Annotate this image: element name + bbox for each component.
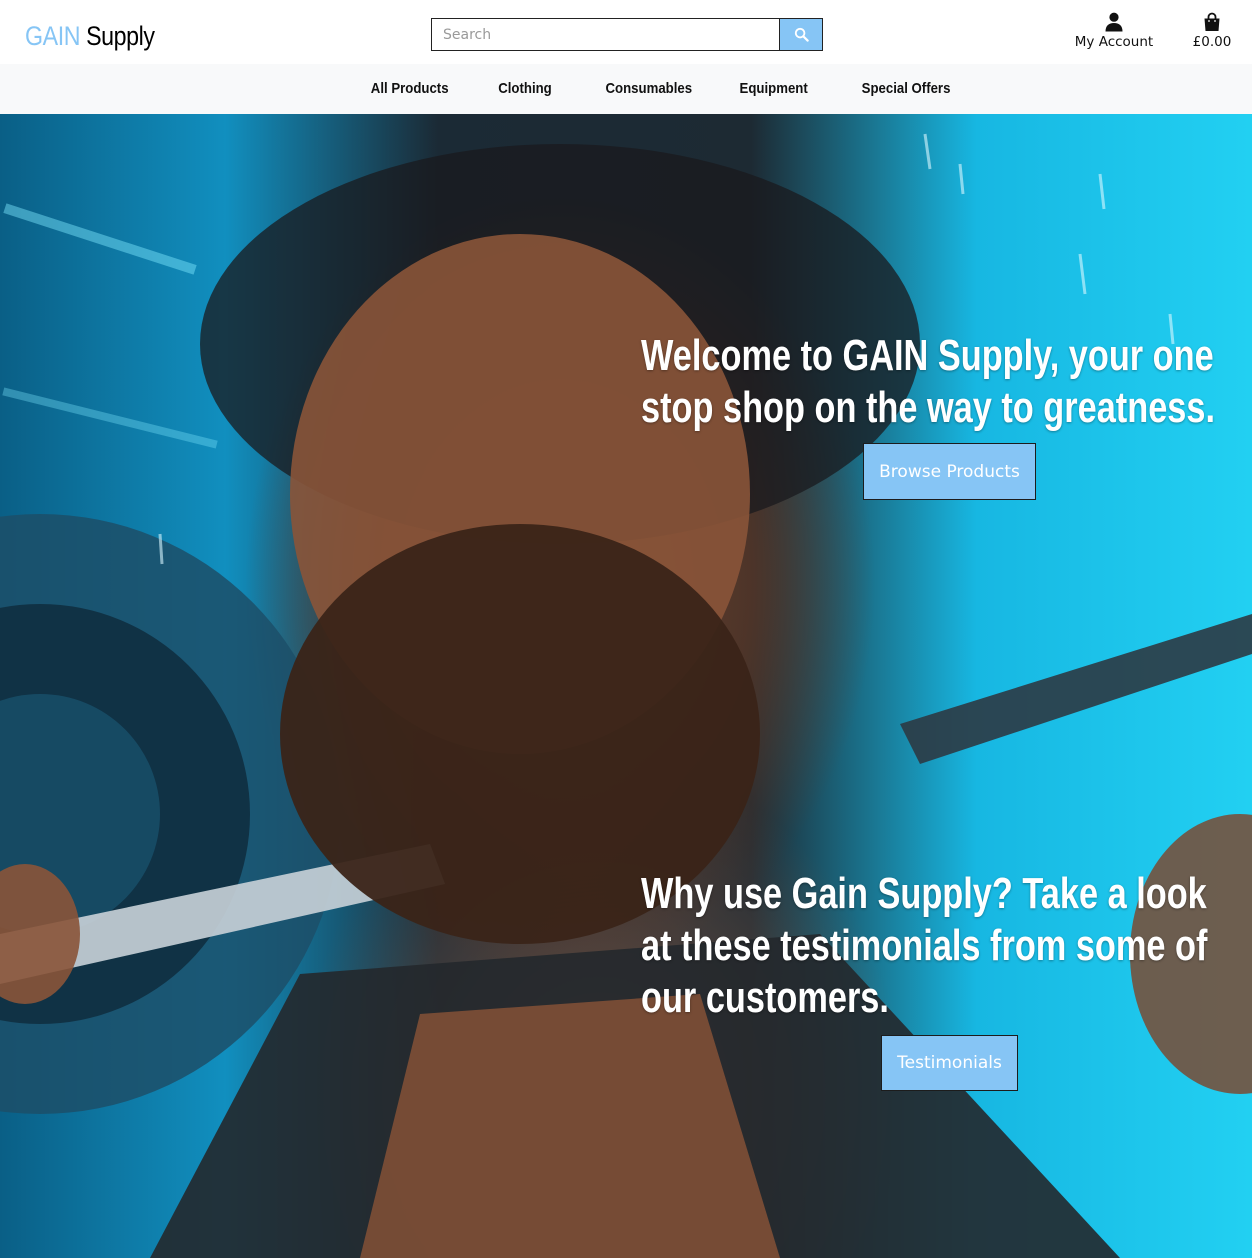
- my-account-label: My Account: [1074, 34, 1154, 50]
- site-logo[interactable]: GAIN Supply: [25, 16, 155, 56]
- search-form: [431, 18, 823, 51]
- user-icon: [1105, 12, 1123, 32]
- logo-supply-text: Supply: [86, 21, 155, 51]
- nav-equipment[interactable]: Equipment: [740, 64, 808, 114]
- shopping-bag-icon: [1204, 12, 1220, 31]
- my-account-link[interactable]: My Account: [1066, 12, 1162, 50]
- search-button[interactable]: [779, 18, 823, 51]
- shopping-bag-link[interactable]: £0.00: [1180, 12, 1244, 50]
- site-header: GAIN Supply My Account: [0, 0, 1252, 64]
- testimonials-button[interactable]: Testimonials: [881, 1035, 1018, 1091]
- nav-consumables[interactable]: Consumables: [606, 64, 693, 114]
- hero-welcome-heading: Welcome to GAIN Supply, your one stop sh…: [641, 331, 1215, 432]
- search-icon: [794, 27, 809, 42]
- bag-total: £0.00: [1192, 34, 1232, 50]
- search-input[interactable]: [431, 18, 780, 51]
- logo-brand-text: GAIN: [25, 21, 81, 51]
- testimonials-heading: Why use Gain Supply? Take a look at thes…: [641, 869, 1208, 1022]
- hero-background-image: [0, 133, 1252, 1258]
- browse-products-button[interactable]: Browse Products: [863, 443, 1036, 500]
- nav-special-offers[interactable]: Special Offers: [862, 64, 951, 114]
- nav-clothing[interactable]: Clothing: [497, 64, 553, 114]
- hero-section: Welcome to GAIN Supply, your one stop sh…: [0, 114, 1252, 1258]
- main-nav: All Products Clothing Consumables Equipm…: [0, 64, 1252, 114]
- nav-all-products[interactable]: All Products: [371, 64, 449, 114]
